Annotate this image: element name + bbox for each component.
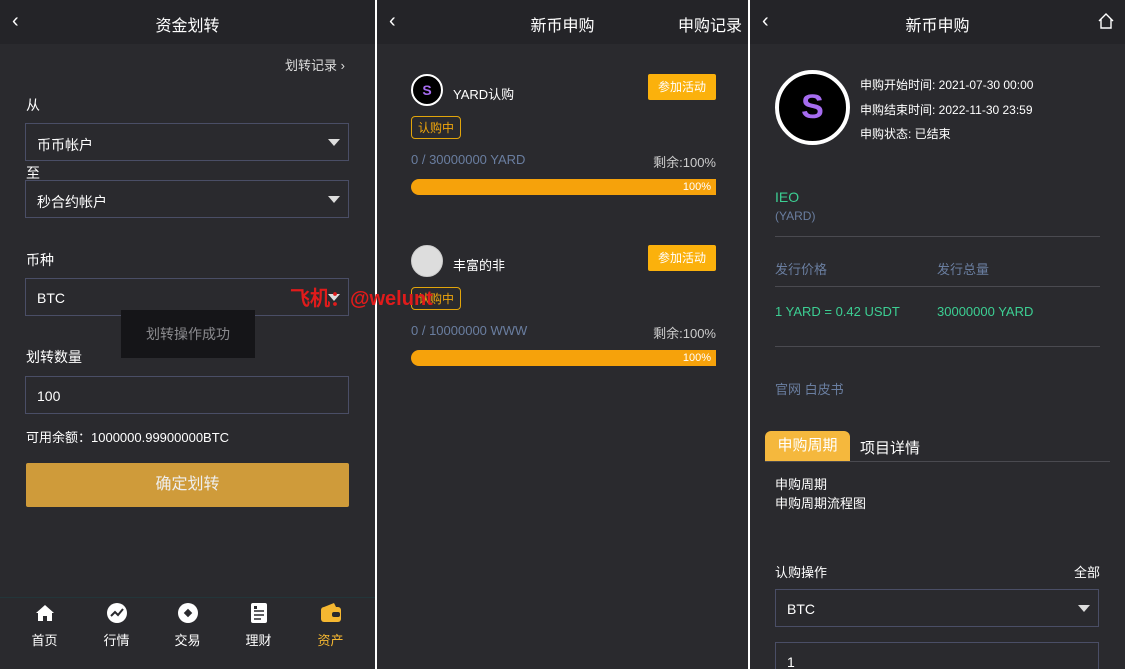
from-label: 从 bbox=[26, 97, 40, 113]
header: ‹ 新币申购 申购记录 bbox=[377, 0, 748, 44]
new-coin-list-panel: ‹ 新币申购 申购记录 S YARD认购 参加活动 认购中 0 / 300000… bbox=[377, 0, 748, 669]
page-title: 资金划转 bbox=[155, 18, 220, 35]
price-label: 发行价格 bbox=[775, 262, 828, 277]
coin-logo: S bbox=[775, 70, 850, 145]
toast: 划转操作成功 bbox=[121, 310, 255, 358]
nav-label: 首页 bbox=[31, 633, 58, 648]
status-badge: 认购中 bbox=[411, 116, 462, 139]
divider bbox=[775, 286, 1100, 287]
coin-logo: S bbox=[411, 74, 443, 106]
coin-value: BTC bbox=[787, 601, 815, 617]
status: 申购状态: 已结束 bbox=[860, 127, 951, 141]
record-label: 划转记录 bbox=[285, 58, 338, 73]
operation-label: 认购操作 bbox=[775, 565, 828, 580]
coin-type: IEO bbox=[775, 189, 800, 205]
coin-symbol: (YARD) bbox=[775, 209, 816, 223]
page-title: 新币申购 bbox=[905, 18, 970, 35]
coin-label: 币种 bbox=[26, 252, 54, 268]
dropdown-icon bbox=[1078, 605, 1090, 612]
to-select[interactable]: 秒合约帐户 bbox=[25, 180, 349, 218]
start-time: 申购开始时间: 2021-07-30 00:00 bbox=[860, 78, 1034, 92]
website-whitepaper-links[interactable]: 官网 白皮书 bbox=[775, 379, 844, 398]
nav-label: 交易 bbox=[174, 633, 201, 648]
quantity-input[interactable]: 1 bbox=[775, 642, 1099, 669]
new-coin-detail-panel: ‹ 新币申购 S 申购开始时间: 2021-07-30 00:00 申购结束时间… bbox=[750, 0, 1125, 669]
subscription-record-link[interactable]: 申购记录 bbox=[678, 12, 742, 36]
transfer-panel: ‹ 资金划转 划转记录 › 从 币币帐户 至 秒合约帐户 币种 BTC 划转操作… bbox=[0, 0, 375, 669]
available-balance: 可用余额：1000000.99900000BTC bbox=[26, 430, 230, 445]
home-icon[interactable] bbox=[1097, 12, 1115, 35]
dropdown-icon bbox=[328, 196, 340, 203]
progress-bar: 100% bbox=[411, 179, 716, 195]
item-name: YARD认购 bbox=[453, 87, 515, 102]
amount-input[interactable]: 100 bbox=[25, 376, 349, 414]
total-label: 发行总量 bbox=[937, 262, 990, 277]
end-time: 申购结束时间: 2022-11-30 23:59 bbox=[860, 103, 1033, 117]
chart-icon bbox=[106, 602, 128, 624]
trade-icon bbox=[177, 602, 199, 624]
total-value: 30000000 YARD bbox=[937, 304, 1034, 319]
join-button[interactable]: 参加活动 bbox=[648, 74, 716, 100]
tab-project-details[interactable]: 项目详情 bbox=[860, 437, 920, 458]
divider bbox=[775, 236, 1100, 237]
nav-trade[interactable]: 交易 bbox=[150, 602, 225, 649]
divider bbox=[0, 597, 375, 598]
join-button[interactable]: 参加活动 bbox=[648, 245, 716, 271]
nav-market[interactable]: 行情 bbox=[79, 602, 154, 649]
all-button[interactable]: 全部 bbox=[1074, 562, 1100, 581]
tab-content-title: 申购周期 bbox=[775, 477, 828, 492]
wallet-icon bbox=[320, 602, 342, 624]
tab-subscription-cycle[interactable]: 申购周期 bbox=[765, 431, 850, 461]
nav-home[interactable]: 首页 bbox=[7, 602, 82, 649]
nav-label: 行情 bbox=[103, 633, 130, 648]
progress-bar: 100% bbox=[411, 350, 716, 366]
remaining-text: 剩余:100% bbox=[653, 326, 716, 341]
confirm-transfer-button[interactable]: 确定划转 bbox=[26, 463, 349, 507]
remaining-text: 剩余:100% bbox=[653, 155, 716, 170]
amount-text: 0 / 10000000 WWW bbox=[411, 323, 528, 338]
transfer-record-link[interactable]: 划转记录 › bbox=[285, 55, 345, 74]
coin-logo bbox=[411, 245, 443, 277]
nav-finance[interactable]: 理财 bbox=[221, 602, 296, 649]
nav-label: 理财 bbox=[245, 633, 272, 648]
header: ‹ 新币申购 bbox=[750, 0, 1125, 44]
price-value: 1 YARD = 0.42 USDT bbox=[775, 304, 900, 319]
amount-text: 0 / 30000000 YARD bbox=[411, 152, 526, 167]
amount-value: 100 bbox=[37, 388, 61, 404]
nav-label: 资产 bbox=[317, 633, 344, 648]
from-select[interactable]: 币币帐户 bbox=[25, 123, 349, 161]
home-icon bbox=[34, 602, 56, 624]
quantity-value: 1 bbox=[787, 654, 795, 669]
item-name: 丰富的非 bbox=[453, 258, 506, 273]
header: ‹ 资金划转 bbox=[0, 0, 375, 44]
watermark: 飞机：@welunt bbox=[290, 288, 433, 310]
divider bbox=[765, 461, 1110, 462]
to-value: 秒合约帐户 bbox=[37, 194, 107, 210]
from-value: 币币帐户 bbox=[37, 137, 93, 153]
dropdown-icon bbox=[328, 139, 340, 146]
document-icon bbox=[248, 602, 270, 624]
amount-label: 划转数量 bbox=[26, 349, 82, 365]
divider bbox=[775, 346, 1100, 347]
coin-value: BTC bbox=[37, 290, 65, 306]
coin-select[interactable]: BTC bbox=[775, 589, 1099, 627]
chevron-right-icon: › bbox=[340, 58, 345, 73]
tab-content-text: 申购周期流程图 bbox=[775, 496, 867, 511]
nav-assets[interactable]: 资产 bbox=[293, 602, 368, 649]
